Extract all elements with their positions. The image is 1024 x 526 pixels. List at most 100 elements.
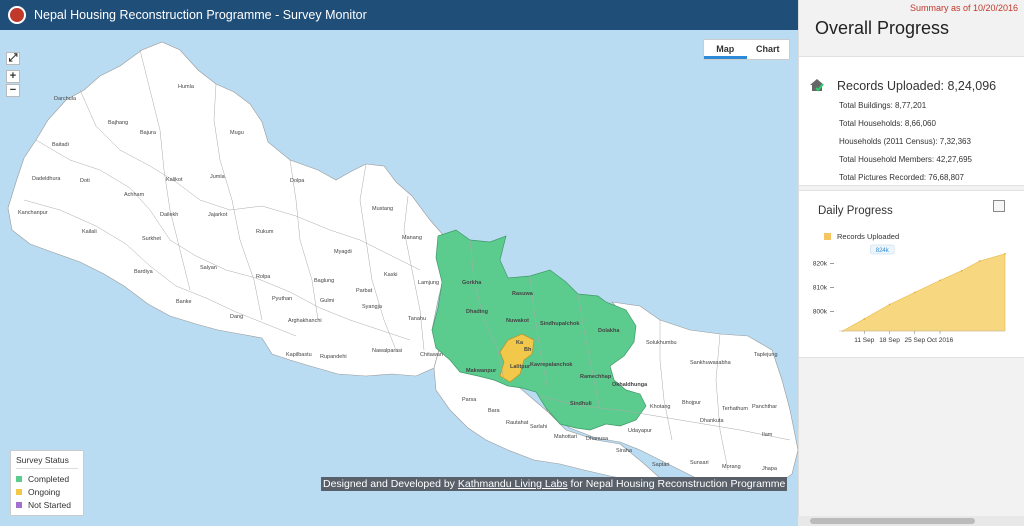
panel-title: Overall Progress [815, 18, 950, 38]
scrollbar-thumb[interactable] [810, 518, 975, 524]
district-label: Kalikot [166, 177, 183, 183]
legend-swatch [16, 488, 22, 495]
district-label: Banke [176, 299, 192, 305]
chart-legend-swatch [824, 233, 831, 240]
district-label: Morang [722, 464, 741, 470]
app-header: Nepal Housing Reconstruction Programme -… [0, 0, 798, 30]
district-label: Baglung [314, 278, 334, 284]
daily-progress-chart[interactable]: 800k 810k 820k 11 Sep 18 Sep 25 Sep Oct 2016 82… [799, 243, 1024, 353]
expand-icon[interactable] [993, 200, 1005, 212]
district-label: Surkhet [142, 236, 161, 242]
panel-horizontal-scrollbar[interactable] [798, 516, 1024, 526]
district-label: Dadeldhura [32, 176, 61, 182]
chart-tooltip-label: 824k [876, 248, 890, 254]
stat-total-households: Total Households: 8,66,060 [839, 119, 936, 128]
district-label: Taplejung [754, 352, 778, 358]
stat-pictures-recorded: Total Pictures Recorded: 76,68,807 [839, 173, 964, 182]
district-label: Kapilbastu [286, 352, 312, 358]
legend-label: Not Started [28, 499, 71, 510]
survey-status-legend: Survey Status Completed Ongoing Not Star… [10, 450, 84, 516]
district-label: Mugu [230, 130, 244, 136]
district-label: Myagdi [334, 249, 352, 255]
district-label: Rolpa [256, 274, 271, 280]
district-label: Ka [516, 340, 524, 346]
district-label: Rautahat [506, 420, 529, 426]
district-label: Bara [488, 408, 501, 414]
district-label: Manang [402, 235, 422, 241]
chart-x-tick-label: Oct 2016 [927, 337, 954, 344]
district-label: Humla [178, 84, 195, 90]
chart-point [888, 303, 891, 306]
chart-point [978, 260, 981, 262]
district-label: Saptari [652, 462, 669, 468]
records-card: Records Uploaded: 8,24,096 Total Buildin… [799, 56, 1024, 186]
credit-suffix: for Nepal Housing Reconstruction Program… [567, 478, 786, 490]
district-label: Darchula [54, 96, 77, 102]
district-label: Kanchanpur [18, 210, 48, 216]
records-uploaded: Records Uploaded: 8,24,096 [837, 79, 997, 93]
chart-y-tick-label: 820k [813, 260, 828, 267]
nepal-emblem-logo [8, 6, 26, 24]
chart-point [939, 279, 941, 282]
credit-bar: Designed and Developed by Kathmandu Livi… [321, 477, 788, 491]
district-label: Mahottari [554, 434, 577, 440]
district-label: Bajura [140, 130, 157, 136]
district-label: Dolakha [598, 328, 620, 334]
tab-map[interactable]: Map [704, 40, 747, 59]
nepal-district-map[interactable]: Darchula Humla Bajhang Bajura Mugu Baita… [0, 30, 798, 526]
district-label: Bh [524, 347, 532, 353]
stat-household-members: Total Household Members: 42,27,695 [839, 155, 972, 164]
district-label: Khotang [650, 404, 671, 410]
district-label: Dhading [466, 309, 488, 315]
chart-y-tick-label: 800k [813, 309, 828, 316]
district-label: Parsa [462, 397, 477, 403]
district-label: Jumla [210, 174, 226, 180]
district-label: Achham [124, 192, 145, 198]
district-label: Chitawan [420, 352, 443, 358]
district-label: Bhojpur [682, 400, 701, 406]
daily-progress-card: Daily Progress Records Uploaded 800k 810k… [799, 190, 1024, 358]
legend-swatch [16, 501, 22, 508]
progress-panel: Summary as of 10/20/2016 Overall Progres… [798, 0, 1024, 526]
district-label: Jhapa [762, 466, 778, 472]
district-label: Kaski [384, 272, 397, 278]
district-label: Doti [80, 178, 90, 184]
district-label: Bajhang [108, 120, 128, 126]
chart-legend-label: Records Uploaded [837, 232, 900, 241]
legend-label: Ongoing [28, 486, 61, 497]
chart-point [1004, 253, 1006, 255]
district-label: Panchthar [752, 404, 777, 410]
district-label: Dhankuta [700, 418, 724, 424]
app-title: Nepal Housing Reconstruction Programme -… [34, 8, 367, 22]
district-label: Syangja [362, 304, 383, 310]
district-label: Udayapur [628, 428, 652, 434]
legend-item-not-started: Not Started [16, 498, 78, 511]
district-label: Mustang [372, 206, 393, 212]
district-label: Kailali [82, 229, 97, 235]
district-label: Parbat [356, 288, 373, 294]
district-label: Gulmi [320, 298, 334, 304]
chart-legend: Records Uploaded [824, 232, 899, 241]
tab-chart[interactable]: Chart [747, 40, 790, 59]
zoom-out-button[interactable]: − [6, 84, 20, 97]
district-label: Sindhuli [570, 401, 592, 407]
district-label: Arghakhanchi [288, 318, 322, 324]
fullscreen-icon[interactable]: ⤢ [6, 52, 20, 65]
stat-census-households: Households (2011 Census): 7,32,363 [839, 137, 971, 146]
chart-point [960, 269, 963, 272]
kll-link[interactable]: Kathmandu Living Labs [458, 478, 568, 490]
district-label: Makwanpur [466, 368, 497, 374]
district-label: Baitadi [52, 142, 69, 148]
district-label: Nawalparasi [372, 348, 402, 354]
district-label: Rupandehi [320, 354, 347, 360]
daily-progress-title: Daily Progress [818, 205, 893, 217]
map-container[interactable]: Darchula Humla Bajhang Bajura Mugu Baita… [0, 30, 798, 526]
district-label: Rukum [256, 229, 274, 235]
district-label: Ramechhap [580, 374, 612, 380]
district-label: Pyuthan [272, 296, 292, 302]
district-label: Dailekh [160, 212, 178, 218]
district-label: Sankhuwasabha [690, 360, 732, 366]
zoom-in-button[interactable]: + [6, 70, 20, 83]
stat-total-buildings: Total Buildings: 8,77,201 [839, 101, 927, 110]
district-label: Siraha [616, 448, 633, 454]
